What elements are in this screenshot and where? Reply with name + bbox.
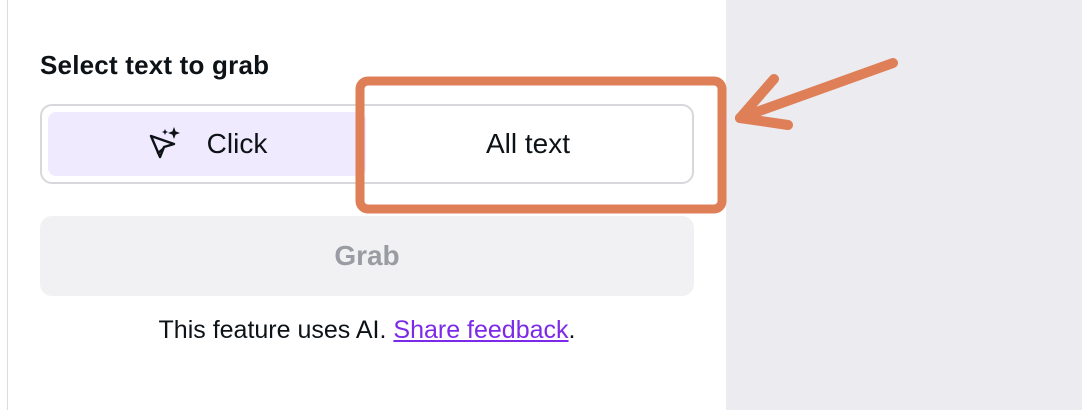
canvas-area — [726, 0, 1082, 410]
panel-title: Select text to grab — [40, 50, 270, 80]
mode-option-all-text-label: All text — [485, 128, 571, 159]
grab-text-panel: Select text to grab Click All text Grab — [8, 0, 726, 410]
ai-disclaimer: This feature uses AI. Share feedback. — [8, 316, 726, 345]
page: Select text to grab Click All text Grab — [0, 0, 1082, 410]
grab-button-label: Grab — [334, 240, 400, 271]
grab-mode-toggle: Click All text — [40, 104, 694, 184]
sparkle-cursor-icon — [147, 126, 183, 162]
share-feedback-link[interactable]: Share feedback — [393, 316, 568, 344]
grab-button[interactable]: Grab — [40, 216, 694, 296]
mode-option-click-label: Click — [206, 128, 268, 159]
ai-disclaimer-text: This feature uses AI. — [158, 316, 387, 344]
left-edge-divider — [0, 0, 8, 410]
ai-disclaimer-suffix: . — [568, 316, 576, 344]
mode-option-all-text[interactable]: All text — [370, 112, 686, 176]
mode-option-click[interactable]: Click — [48, 112, 366, 176]
